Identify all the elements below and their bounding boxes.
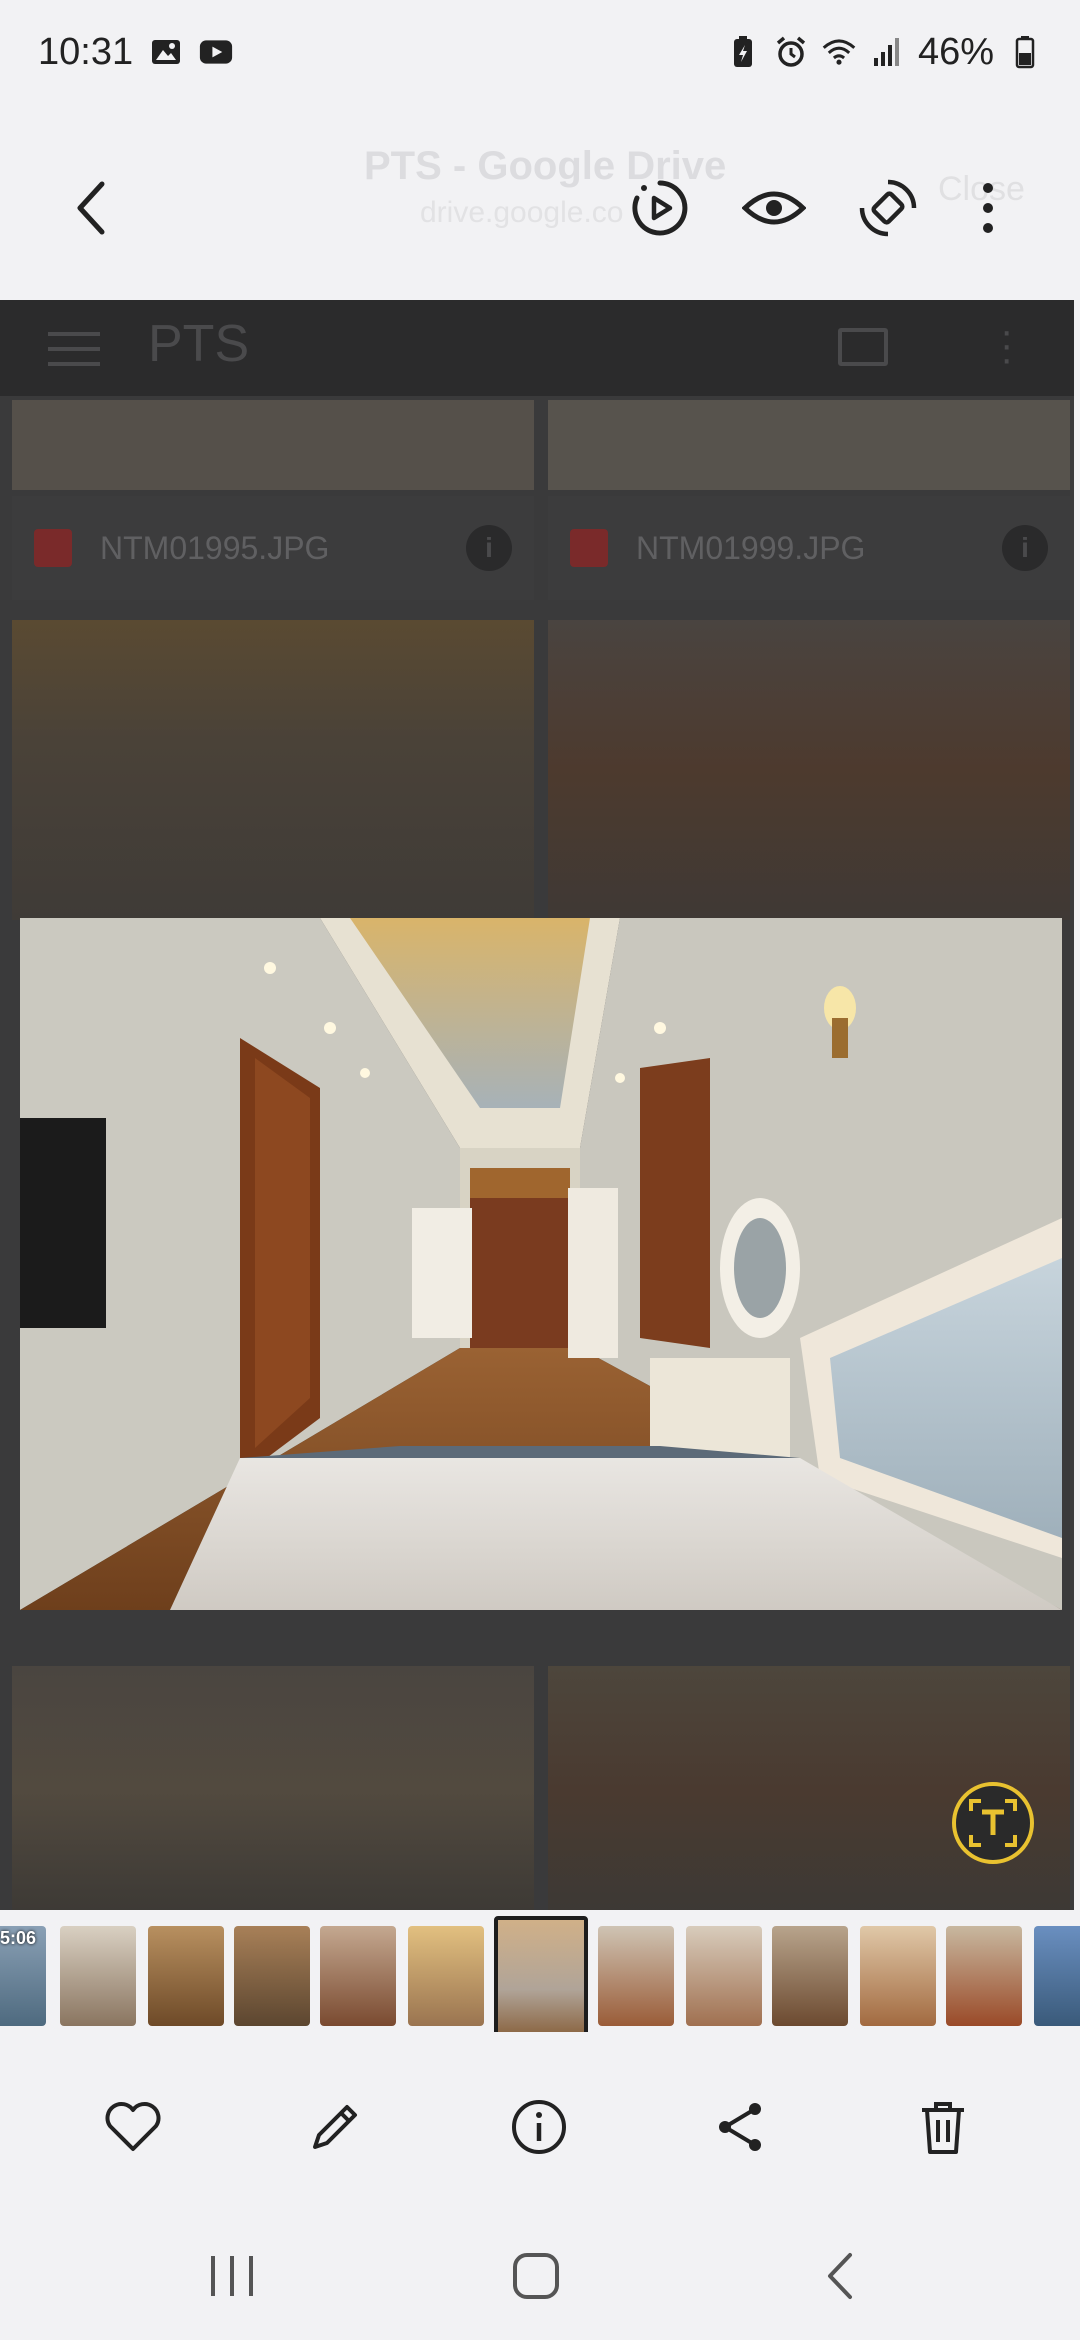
share-button[interactable]	[706, 2092, 776, 2162]
details-button[interactable]	[504, 2092, 574, 2162]
drive-more-icon: · · ·	[1000, 309, 1014, 381]
filmstrip-thumbnail[interactable]	[148, 1926, 224, 2026]
battery-saver-icon	[726, 35, 760, 69]
filmstrip-thumbnail-active[interactable]	[494, 1916, 588, 2032]
filmstrip-thumbnail[interactable]	[946, 1926, 1022, 2026]
list-view-icon	[838, 328, 888, 366]
drive-app-bar: PTS · · ·	[0, 300, 1074, 396]
image-file-icon	[34, 529, 72, 567]
favorite-button[interactable]	[98, 2092, 168, 2162]
info-icon: i	[1002, 525, 1048, 571]
motion-photo-button[interactable]	[622, 170, 698, 246]
gallery-viewer: 10:31 46% PTS - Google Drive drive.googl…	[0, 0, 1080, 2340]
thumbnail-tile	[12, 620, 534, 920]
wifi-icon	[822, 35, 856, 69]
info-icon: i	[466, 525, 512, 571]
signal-icon	[870, 35, 904, 69]
details-icon	[512, 2100, 566, 2154]
filmstrip-thumbnail[interactable]	[860, 1926, 936, 2026]
eye-icon	[742, 191, 806, 225]
rotate-button[interactable]	[850, 170, 926, 246]
bottom-action-bar	[0, 2062, 1080, 2192]
drive-folder-title: PTS	[148, 315, 250, 373]
recents-icon	[211, 2256, 253, 2296]
status-time: 10:31	[38, 30, 134, 73]
battery-icon	[1008, 35, 1042, 69]
more-options-button[interactable]	[950, 170, 1026, 246]
viewer-toolbar: PTS - Google Drive drive.google.co Close	[0, 124, 1080, 292]
rotate-icon	[859, 179, 917, 237]
edit-button[interactable]	[300, 2092, 370, 2162]
home-button[interactable]	[496, 2246, 576, 2306]
system-nav-bar	[0, 2212, 1080, 2340]
filmstrip-thumbnail[interactable]	[1034, 1926, 1080, 2026]
video-duration: 5:06	[0, 1928, 37, 1948]
filmstrip-thumbnail[interactable]	[408, 1926, 484, 2026]
filmstrip-thumbnail[interactable]	[60, 1926, 136, 2026]
delete-button[interactable]	[908, 2092, 978, 2162]
file-label: NTM01995.JPG i	[12, 496, 534, 600]
filmstrip-thumbnail[interactable]	[772, 1926, 848, 2026]
thumbnail-tile	[12, 1666, 534, 1910]
system-back-button[interactable]	[800, 2246, 880, 2306]
delete-icon	[922, 2102, 964, 2154]
file-name: NTM01995.JPG	[100, 529, 330, 566]
filmstrip: 5:06	[0, 1912, 1080, 2032]
filmstrip-thumbnail[interactable]	[686, 1926, 762, 2026]
edit-icon	[313, 2105, 357, 2149]
more-vert-icon	[983, 183, 993, 233]
recents-button[interactable]	[192, 2246, 272, 2306]
browser-url: drive.google.co	[420, 196, 624, 229]
gallery-icon	[149, 35, 183, 69]
favorite-icon	[105, 2102, 161, 2151]
view-button[interactable]	[736, 170, 812, 246]
back-icon	[77, 181, 105, 235]
home-icon	[513, 2253, 559, 2299]
filmstrip-thumbnail[interactable]	[598, 1926, 674, 2026]
menu-icon	[48, 332, 100, 366]
alarm-icon	[774, 35, 808, 69]
back-icon	[828, 2253, 852, 2299]
youtube-icon	[199, 35, 233, 69]
filmstrip-thumbnail[interactable]	[320, 1926, 396, 2026]
thumbnail-tile	[548, 400, 1070, 490]
filmstrip-thumbnail[interactable]: 5:06	[0, 1926, 46, 2026]
back-button[interactable]	[54, 170, 130, 246]
thumbnail-tile	[548, 620, 1070, 920]
filmstrip-thumbnail[interactable]	[234, 1926, 310, 2026]
status-bar: 10:31 46%	[0, 0, 1080, 104]
text-recognition-button[interactable]	[952, 1782, 1034, 1864]
main-photo[interactable]	[20, 918, 1062, 1610]
thumbnail-tile	[12, 400, 534, 490]
image-file-icon	[570, 529, 608, 567]
file-name: NTM01999.JPG	[636, 529, 866, 566]
file-label: NTM01999.JPG i	[548, 496, 1070, 600]
motion-photo-icon	[632, 180, 688, 236]
battery-level: 46%	[917, 30, 994, 73]
share-icon	[719, 2103, 761, 2151]
text-scan-icon	[969, 1799, 1017, 1847]
